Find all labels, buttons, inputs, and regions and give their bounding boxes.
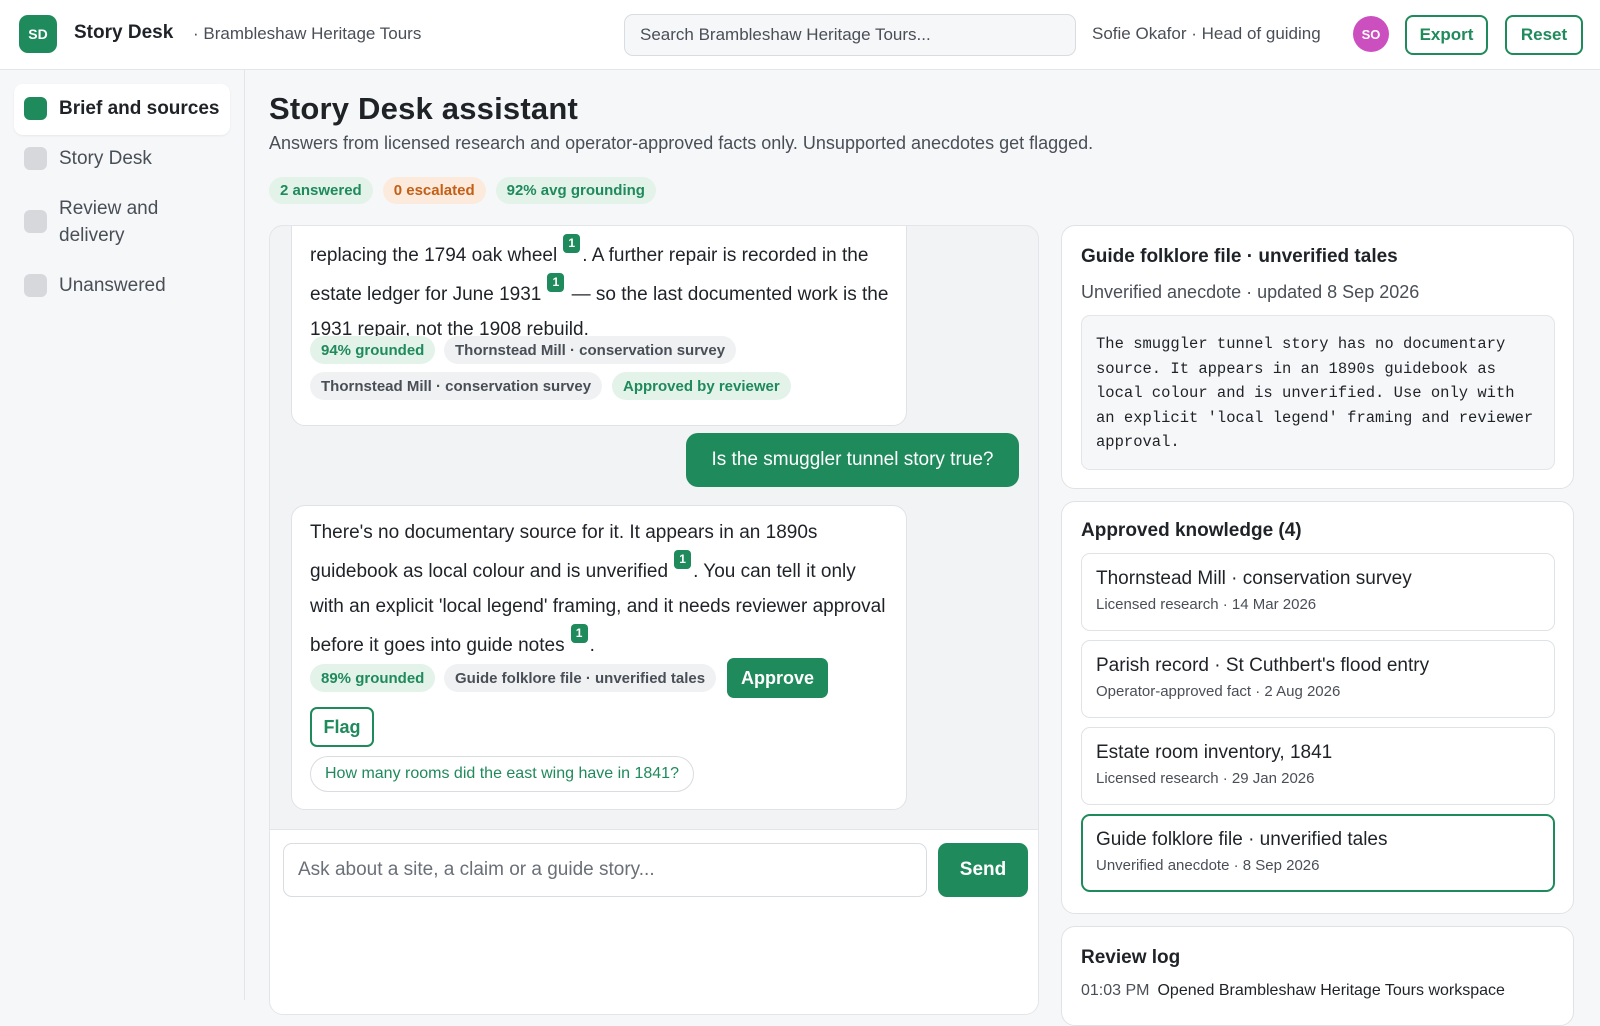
status-dot-icon (24, 97, 47, 120)
knowledge-item-name: Estate room inventory, 1841 (1096, 742, 1333, 763)
sidebar-item-label: Brief and sources (59, 98, 220, 119)
approved-knowledge-card: Approved knowledge (4) Thornstead Mill ·… (1061, 501, 1574, 914)
source-chip[interactable]: Guide folklore file · unverified tales (444, 664, 717, 692)
source-detail-card: Guide folklore file · unverified tales U… (1061, 225, 1574, 489)
status-dot-icon (24, 210, 47, 233)
sidebar-item-label: Story Desk (59, 148, 152, 169)
knowledge-item-name: Parish record · St Cuthbert's flood entr… (1096, 655, 1430, 676)
sidebar-item-unanswered[interactable]: Unanswered (14, 261, 230, 312)
assistant-message: There's no documentary source for it. It… (291, 505, 907, 810)
knowledge-item-meta: Licensed research · 29 Jan 2026 (1096, 770, 1315, 787)
avatar[interactable]: SO (1353, 16, 1389, 52)
status-dot-icon (24, 274, 47, 297)
message-text: replacing the 1794 oak wheel1. A further… (310, 234, 890, 347)
knowledge-item-name: Thornstead Mill · conservation survey (1096, 568, 1412, 589)
message-text-part: replacing the 1794 oak wheel (310, 245, 558, 266)
sidebar-item-review-and-delivery[interactable]: Review and delivery (14, 184, 194, 262)
composer: Send (270, 829, 1038, 1014)
user-name: Sofie Okafor · Head of guiding (1092, 24, 1321, 43)
send-button[interactable]: Send (938, 843, 1028, 897)
app-name: Story Desk (74, 22, 174, 43)
knowledge-item-name: Guide folklore file · unverified tales (1096, 829, 1388, 850)
source-detail-content: The smuggler tunnel story has no documen… (1081, 315, 1555, 470)
page-subtitle: Answers from licensed research and opera… (269, 133, 1094, 153)
log-entry: 01:03 PM Opened Brambleshaw Heritage Tour… (1081, 982, 1505, 1000)
source-detail-title: Guide folklore file · unverified tales (1081, 246, 1398, 267)
status-dot-icon (24, 147, 47, 170)
grounding-badge: 92% avg grounding (495, 177, 656, 204)
search-input[interactable] (624, 14, 1076, 56)
review-log-title: Review log (1081, 947, 1181, 968)
workspace-name: · Brambleshaw Heritage Tours (193, 24, 422, 43)
sidebar: Brief and sources Story Desk Review and … (0, 70, 245, 1000)
answered-badge: 2 answered (269, 177, 373, 204)
user-message: Is the smuggler tunnel story true? (686, 433, 1019, 487)
app-logo: SD (19, 15, 57, 53)
message-text-part: . (589, 635, 595, 656)
flag-button[interactable]: Flag (310, 707, 374, 747)
source-chip[interactable]: Thornstead Mill · conservation survey (444, 336, 737, 364)
sidebar-item-brief-and-sources[interactable]: Brief and sources (14, 84, 230, 135)
knowledge-item-meta: Operator-approved fact · 2 Aug 2026 (1096, 683, 1341, 700)
log-text: Opened Brambleshaw Heritage Tours worksp… (1157, 982, 1505, 999)
sidebar-item-label: Review and delivery (59, 198, 159, 246)
citation-marker[interactable]: 1 (570, 624, 588, 643)
log-time: 01:03 PM (1081, 982, 1150, 999)
assistant-message: replacing the 1794 oak wheel1. A further… (291, 226, 907, 426)
knowledge-item[interactable]: Parish record · St Cuthbert's flood entr… (1081, 640, 1555, 718)
approved-badge: Approved by reviewer (612, 372, 791, 400)
top-bar: SD Story Desk · Brambleshaw Heritage Tou… (0, 0, 1600, 70)
grounded-badge: 94% grounded (310, 336, 436, 364)
approved-knowledge-title: Approved knowledge (4) (1081, 520, 1302, 541)
ask-input[interactable] (283, 843, 927, 897)
source-detail-meta: Unverified anecdote · updated 8 Sep 2026 (1081, 282, 1420, 302)
reset-button[interactable]: Reset (1505, 15, 1583, 55)
source-chip[interactable]: Thornstead Mill · conservation survey (310, 372, 603, 400)
stats-row: 2 answered 0 escalated 92% avg grounding (269, 177, 656, 204)
suggested-question[interactable]: How many rooms did the east wing have in… (310, 756, 694, 792)
grounded-badge: 89% grounded (310, 664, 436, 692)
escalated-badge: 0 escalated (382, 177, 486, 204)
citation-marker[interactable]: 1 (674, 550, 692, 569)
message-text: There's no documentary source for it. It… (310, 515, 890, 663)
knowledge-item-selected[interactable]: Guide folklore file · unverified tales U… (1081, 814, 1555, 892)
chat-panel[interactable]: replacing the 1794 oak wheel1. A further… (269, 225, 1039, 1015)
export-button[interactable]: Export (1405, 15, 1488, 55)
review-log-card: Review log 01:03 PM Opened Brambleshaw He… (1061, 926, 1574, 1026)
sidebar-item-label: Unanswered (59, 275, 166, 296)
knowledge-item[interactable]: Estate room inventory, 1841 Licensed res… (1081, 727, 1555, 805)
page-title: Story Desk assistant (269, 91, 578, 126)
citation-marker[interactable]: 1 (563, 234, 581, 253)
knowledge-item[interactable]: Thornstead Mill · conservation survey Li… (1081, 553, 1555, 631)
citation-marker[interactable]: 1 (547, 273, 565, 292)
approve-button[interactable]: Approve (727, 658, 828, 698)
knowledge-item-meta: Unverified anecdote · 8 Sep 2026 (1096, 857, 1320, 874)
knowledge-item-meta: Licensed research · 14 Mar 2026 (1096, 596, 1317, 613)
sidebar-item-story-desk[interactable]: Story Desk (14, 134, 230, 185)
